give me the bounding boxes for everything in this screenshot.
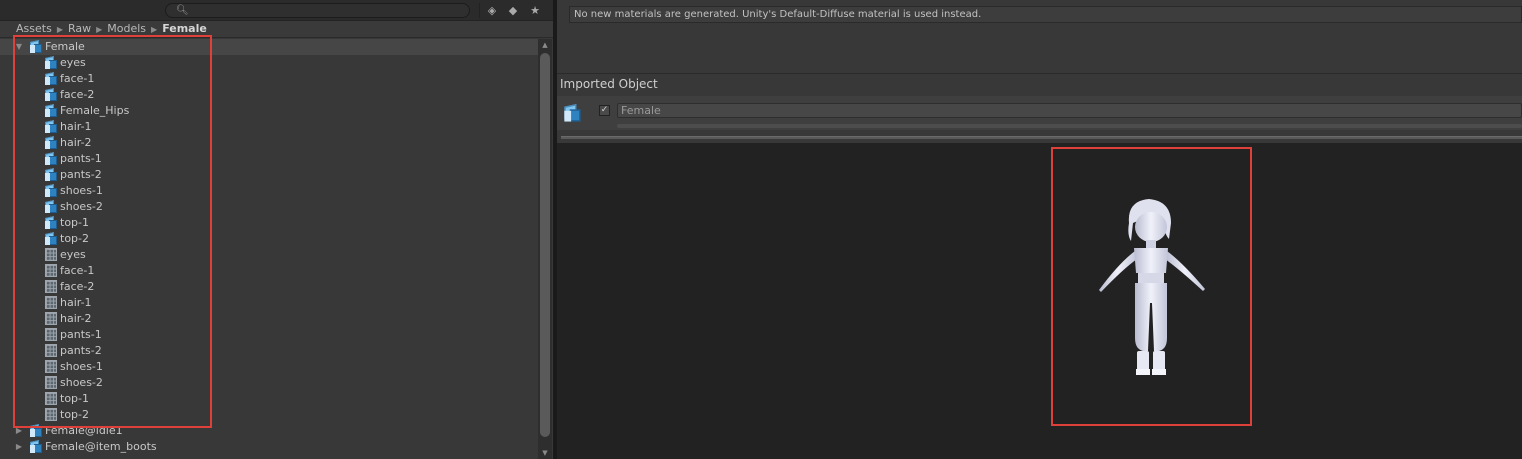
tree-item-label: Female@item_boots [45, 440, 157, 453]
scroll-down-icon[interactable]: ▼ [538, 447, 552, 459]
model-prefab-icon [563, 104, 583, 124]
search-input[interactable]: 🔍︎ [165, 3, 470, 18]
breadcrumb-separator-icon: ▶ [96, 25, 103, 34]
expand-arrow-icon[interactable]: ▶ [14, 439, 24, 455]
project-panel: 🔍︎ ◈ ◆ ★ Assets ▶ Raw ▶ Models ▶ Female ▼ Fema… [0, 0, 553, 459]
favorites-star-icon[interactable]: ★ [525, 2, 545, 19]
tree-scrollbar[interactable]: ▲ ▼ [538, 39, 552, 459]
breadcrumb-separator-icon: ▶ [56, 25, 63, 34]
breadcrumb-item-assets[interactable]: Assets [16, 22, 52, 35]
scrollbar-thumb[interactable] [540, 53, 550, 437]
model-preview[interactable] [557, 143, 1522, 459]
inspector-panel: No new materials are generated. Unity's … [557, 0, 1522, 459]
breadcrumb-item-female[interactable]: Female [162, 22, 207, 35]
materials-notice: No new materials are generated. Unity's … [569, 6, 1522, 23]
imported-object-header: Imported Object [560, 77, 658, 91]
object-name-field[interactable]: Female [617, 103, 1522, 118]
imported-object-bar: ✓ Female [557, 96, 1522, 130]
breadcrumb-item-models[interactable]: Models [107, 22, 146, 35]
search-icon: 🔍︎ [176, 5, 189, 16]
breadcrumb-item-raw[interactable]: Raw [68, 22, 91, 35]
filter-by-label-icon[interactable]: ◆ [503, 2, 523, 19]
filter-by-type-icon[interactable]: ◈ [482, 2, 502, 19]
annotation-box-hierarchy [13, 35, 212, 428]
annotation-box-preview [1051, 147, 1252, 426]
preview-resize-handle[interactable] [561, 136, 1522, 139]
toolbar-divider [479, 3, 480, 18]
active-checkbox[interactable]: ✓ [599, 105, 610, 116]
tree-item-female-item-boots[interactable]: ▶ Female@item_boots [0, 439, 538, 455]
scroll-up-icon[interactable]: ▲ [538, 39, 552, 51]
tag-layer-row[interactable] [617, 124, 1522, 128]
project-toolbar: 🔍︎ ◈ ◆ ★ [0, 0, 553, 21]
breadcrumb-separator-icon: ▶ [151, 25, 158, 34]
section-divider [557, 73, 1522, 74]
model-prefab-icon [29, 440, 43, 454]
